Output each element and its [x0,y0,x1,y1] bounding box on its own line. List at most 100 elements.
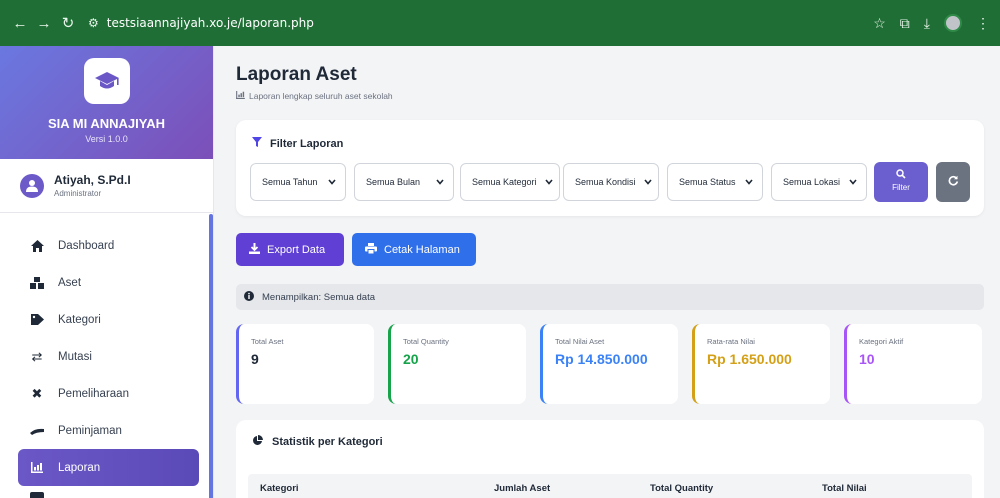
chevron-down-icon [644,177,652,187]
version-label: Versi 1.0.0 [85,134,128,144]
column-header-kategori[interactable]: Kategori [260,483,299,494]
user-name: Atiyah, S.Pd.I [54,173,131,187]
export-data-label: Export Data [267,243,326,256]
chevron-down-icon [545,177,553,187]
stat-value: 10 [859,351,875,367]
chevron-down-icon [849,177,857,187]
category-select[interactable]: Semua Kategori [460,163,560,201]
user-profile: Atiyah, S.Pd.I Administrator [0,159,213,213]
filter-button[interactable]: Filter [874,162,928,202]
brand-header: SIA MI ANNAJIYAH Versi 1.0.0 [0,46,213,159]
page-subtitle: Laporan lengkap seluruh aset sekolah [236,91,393,101]
month-select-value: Semua Bulan [366,177,421,187]
sidebar-item-aset[interactable]: Aset [0,264,213,301]
reload-icon[interactable]: ↻ [58,14,78,32]
sidebar-item-label: Dashboard [58,239,115,252]
sidebar-item-label: Pemeliharaan [58,387,129,400]
sidebar-scrollbar[interactable] [209,214,213,498]
site-settings-icon[interactable]: ⚙ [88,16,99,30]
chevron-down-icon [436,177,444,187]
chart-icon [30,461,44,475]
printer-icon [365,242,377,257]
sidebar-item-dashboard[interactable]: Dashboard [0,227,213,264]
info-text: Menampilkan: Semua data [262,291,376,303]
month-select[interactable]: Semua Bulan [354,163,454,201]
condition-select-value: Semua Kondisi [575,177,636,187]
search-icon [874,169,928,181]
extensions-icon[interactable]: ⧉ [900,15,910,32]
home-icon [30,239,44,253]
page-subtitle-text: Laporan lengkap seluruh aset sekolah [249,91,393,101]
stat-value: Rp 14.850.000 [555,351,648,367]
condition-select[interactable]: Semua Kondisi [563,163,659,201]
sidebar-item-label: Peminjaman [58,424,122,437]
column-header-jumlah-aset[interactable]: Jumlah Aset [494,483,550,494]
sidebar-item-partial[interactable] [0,486,213,498]
user-role: Administrator [54,189,102,198]
refresh-icon [948,173,959,191]
stat-value: Rp 1.650.000 [707,351,792,367]
sidebar-menu: Dashboard Aset Kategori ⇄ Mutasi ✖ Pemel… [0,213,213,498]
sidebar-item-pemeliharaan[interactable]: ✖ Pemeliharaan [0,375,213,412]
reset-button[interactable] [936,162,970,202]
browser-toolbar: ← → ↻ ⚙ testsiaannajiyah.xo.je/laporan.p… [0,0,1000,46]
filter-title: Filter Laporan [252,137,343,150]
sidebar: SIA MI ANNAJIYAH Versi 1.0.0 Atiyah, S.P… [0,46,214,498]
year-select[interactable]: Semua Tahun [250,163,346,201]
back-arrow-icon[interactable]: ← [10,15,30,32]
sidebar-item-label: Laporan [58,461,101,474]
stat-card-total-quantity: Total Quantity 20 [388,324,526,404]
sidebar-item-mutasi[interactable]: ⇄ Mutasi [0,338,213,375]
forward-arrow-icon[interactable]: → [34,15,54,32]
stat-label: Kategori Aktif [859,337,904,346]
stat-card-total-aset: Total Aset 9 [236,324,374,404]
download-icon[interactable]: ⤓ [924,15,930,32]
chevron-down-icon [328,177,336,187]
stat-value: 9 [251,351,259,367]
sidebar-item-label: Kategori [58,313,101,326]
chevron-down-icon [745,177,753,187]
chart-icon [236,91,245,101]
location-select[interactable]: Semua Lokasi [771,163,867,201]
stat-card-rata-rata: Rata-rata Nilai Rp 1.650.000 [692,324,830,404]
year-select-value: Semua Tahun [262,177,318,187]
sidebar-item-kategori[interactable]: Kategori [0,301,213,338]
status-select[interactable]: Semua Status [667,163,763,201]
profile-avatar[interactable] [944,14,962,32]
info-alert: Menampilkan: Semua data [236,284,984,310]
column-header-total-nilai[interactable]: Total Nilai [822,483,867,494]
sidebar-item-label: Mutasi [58,350,92,363]
exchange-icon: ⇄ [31,348,43,364]
menu-dots-icon[interactable]: ⋮ [976,15,990,32]
menu-icon [30,492,44,498]
category-stats-title: Statistik per Kategori [252,435,383,449]
stat-label: Total Quantity [403,337,449,346]
category-stats-title-text: Statistik per Kategori [272,436,383,448]
print-page-button[interactable]: Cetak Halaman [352,233,476,266]
download-icon [249,242,260,257]
sidebar-item-label: Aset [58,276,82,289]
sidebar-item-peminjaman[interactable]: Peminjaman [0,412,213,449]
page-title: Laporan Aset [236,64,357,85]
print-page-label: Cetak Halaman [384,243,460,256]
filter-card: Filter Laporan Semua Tahun Semua Bulan S… [236,120,984,216]
filter-title-text: Filter Laporan [270,137,344,150]
category-select-value: Semua Kategori [472,177,537,187]
export-data-button[interactable]: Export Data [236,233,344,266]
sidebar-item-laporan[interactable]: Laporan [18,449,199,486]
column-header-total-quantity[interactable]: Total Quantity [650,483,713,494]
user-icon [20,173,44,198]
brand-name: SIA MI ANNAJIYAH [47,116,166,131]
bookmark-star-icon[interactable]: ☆ [873,15,886,32]
address-bar[interactable]: ⚙ testsiaannajiyah.xo.je/laporan.php [88,8,863,38]
main-content: Laporan Aset Laporan lengkap seluruh ase… [214,46,1000,498]
info-icon [244,290,254,304]
stat-value: 20 [403,351,419,367]
hand-icon [30,424,44,438]
boxes-icon [30,276,44,290]
stat-card-total-nilai: Total Nilai Aset Rp 14.850.000 [540,324,678,404]
tools-icon: ✖ [31,385,43,401]
location-select-value: Semua Lokasi [783,177,841,187]
url-text[interactable]: testsiaannajiyah.xo.je/laporan.php [107,16,314,30]
stat-label: Rata-rata Nilai [707,337,755,346]
